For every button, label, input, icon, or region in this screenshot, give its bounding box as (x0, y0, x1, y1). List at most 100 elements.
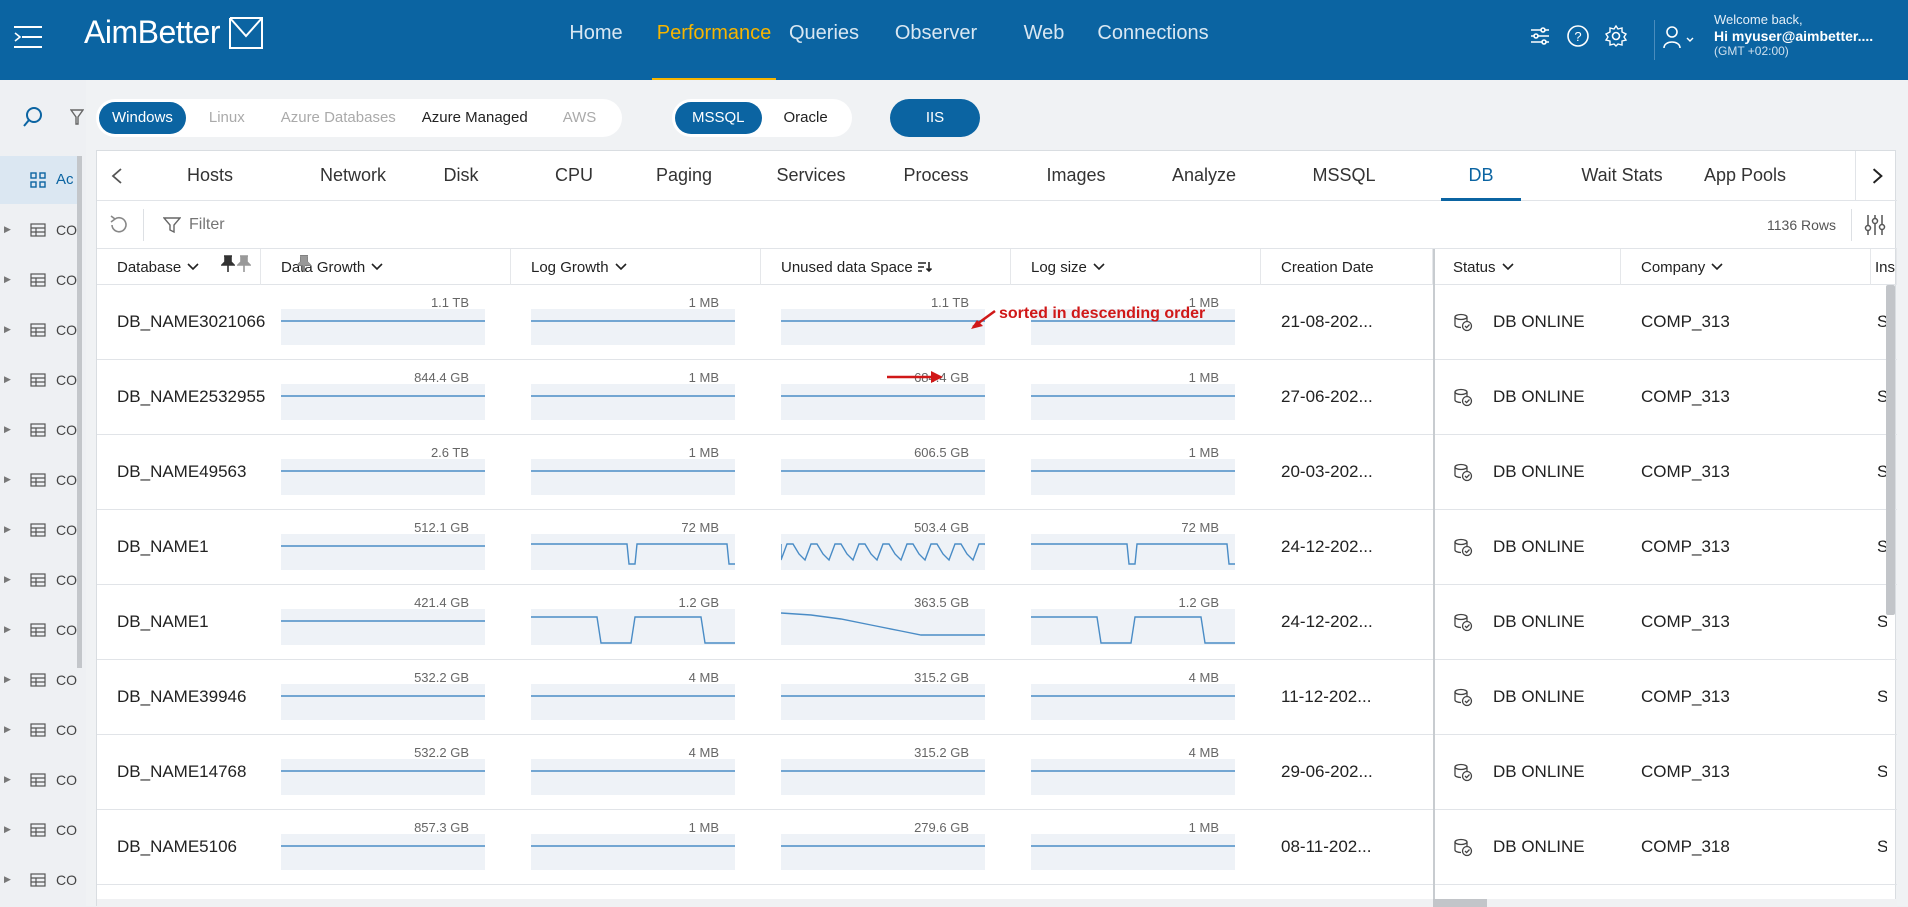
sidebar-item[interactable]: ▶ CO (0, 866, 78, 896)
expand-caret-icon[interactable]: ▶ (4, 574, 11, 585)
column-header[interactable]: Log Growth (511, 249, 761, 285)
column-label[interactable]: Ins (1875, 259, 1895, 276)
user-welcome[interactable]: Welcome back, Hi myuser@aimbetter.... (G… (1714, 12, 1873, 59)
expand-caret-icon[interactable]: ▶ (4, 724, 11, 735)
nav-connections[interactable]: Connections (1088, 0, 1218, 80)
sort-descending-icon[interactable] (917, 260, 933, 274)
expand-caret-icon[interactable]: ▶ (4, 374, 11, 385)
sidebar-item[interactable]: ▶ CO (0, 516, 78, 546)
chevron-down-icon[interactable] (1501, 262, 1514, 272)
filter-icon[interactable] (70, 108, 84, 126)
nav-queries[interactable]: Queries (776, 0, 872, 80)
expand-caret-icon[interactable]: ▶ (4, 474, 11, 485)
web-iis[interactable]: IIS (890, 99, 980, 137)
dbtype-mssql[interactable]: MSSQL (675, 102, 762, 134)
sidebar-item[interactable]: ▶ CO (0, 216, 78, 246)
column-header[interactable]: Creation Date (1261, 249, 1433, 285)
sidebar-item[interactable]: ▶ CO (0, 666, 78, 696)
help-icon[interactable]: ? (1566, 24, 1590, 48)
column-label[interactable]: Status (1453, 259, 1514, 276)
platform-aws[interactable]: AWS (541, 102, 619, 134)
expand-caret-icon[interactable]: ▶ (4, 624, 11, 635)
column-label[interactable]: Log size (1031, 259, 1105, 276)
chevron-down-icon[interactable] (371, 262, 383, 272)
column-header[interactable]: Ins (1871, 249, 1897, 285)
column-label[interactable]: Unused data Space (781, 259, 933, 276)
tab-images[interactable]: Images (1021, 151, 1131, 201)
sliders-icon[interactable] (1528, 24, 1552, 48)
platform-windows[interactable]: Windows (99, 102, 186, 134)
sidebar-item[interactable]: ▶ CO (0, 416, 78, 446)
user-avatar-icon[interactable] (1662, 24, 1696, 50)
sidebar-item-active[interactable]: Ac (0, 156, 78, 204)
column-header[interactable]: Unused data Space (761, 249, 1011, 285)
nav-home[interactable]: Home (540, 0, 652, 80)
pin-icon[interactable] (297, 255, 311, 273)
menu-toggle-icon[interactable] (14, 24, 46, 50)
refresh-icon[interactable] (107, 213, 131, 237)
chevron-down-icon[interactable] (614, 262, 627, 272)
vertical-scrollbar[interactable] (1886, 285, 1895, 615)
expand-caret-icon[interactable]: ▶ (4, 424, 11, 435)
tab-process[interactable]: Process (879, 151, 993, 201)
tab-network[interactable]: Network (298, 151, 408, 201)
sidebar-item[interactable]: ▶ CO (0, 466, 78, 496)
tab-services[interactable]: Services (754, 151, 868, 201)
tab-hosts[interactable]: Hosts (155, 151, 265, 201)
column-label[interactable]: Log Growth (531, 259, 627, 276)
pin-icon[interactable] (237, 255, 251, 273)
sidebar-item[interactable]: ▶ CO (0, 766, 78, 796)
column-settings-icon[interactable] (1863, 213, 1887, 237)
expand-caret-icon[interactable]: ▶ (4, 874, 11, 885)
tab-db[interactable]: DB (1441, 151, 1521, 201)
chevron-down-icon[interactable] (1093, 262, 1105, 272)
table-row[interactable]: DB_NAME3021066 1.1 TB 1 MB 1.1 TB 1 MB 21-08-… (97, 285, 1897, 360)
filter-input[interactable] (189, 211, 589, 239)
platform-azure-managed[interactable]: Azure Managed (409, 102, 541, 134)
column-header[interactable]: Log size (1011, 249, 1261, 285)
column-header[interactable]: Company (1621, 249, 1871, 285)
expand-caret-icon[interactable]: ▶ (4, 824, 11, 835)
dbtype-oracle[interactable]: Oracle (762, 102, 850, 134)
expand-caret-icon[interactable]: ▶ (4, 674, 11, 685)
app-logo[interactable]: AimBetter (84, 14, 220, 51)
tab-mssql[interactable]: MSSQL (1287, 151, 1401, 201)
sidebar-item[interactable]: ▶ CO (0, 816, 78, 846)
tab-app-pools[interactable]: App Pools (1687, 151, 1803, 201)
search-icon[interactable] (22, 106, 44, 128)
gear-icon[interactable] (1604, 24, 1628, 48)
expand-caret-icon[interactable]: ▶ (4, 774, 11, 785)
tab-disk[interactable]: Disk (422, 151, 500, 201)
table-row[interactable]: DB_NAME5106 857.3 GB 1 MB 279.6 GB 1 MB 08-11… (97, 810, 1897, 885)
table-row[interactable]: DB_NAME1 421.4 GB 1.2 GB 363.5 GB 1.2 GB 24-1… (97, 585, 1897, 660)
nav-performance[interactable]: Performance (652, 0, 776, 80)
sidebar-item[interactable]: ▶ CO (0, 266, 78, 296)
platform-azure-databases[interactable]: Azure Databases (268, 102, 409, 134)
chevron-down-icon[interactable] (1711, 262, 1723, 272)
expand-caret-icon[interactable]: ▶ (4, 524, 11, 535)
column-header[interactable]: Status (1433, 249, 1621, 285)
platform-linux[interactable]: Linux (186, 102, 268, 134)
sidebar-item[interactable]: ▶ CO (0, 616, 78, 646)
sidebar-item[interactable]: ▶ CO (0, 316, 78, 346)
sidebar-item[interactable]: ▶ CO (0, 566, 78, 596)
tab-analyze[interactable]: Analyze (1149, 151, 1259, 201)
column-label[interactable]: Creation Date (1281, 259, 1374, 276)
table-row[interactable]: DB_NAME14768 532.2 GB 4 MB 315.2 GB 4 MB 29-0… (97, 735, 1897, 810)
tab-paging[interactable]: Paging (630, 151, 738, 201)
table-row[interactable]: DB_NAME49563 2.6 TB 1 MB 606.5 GB 1 MB 20-03-… (97, 435, 1897, 510)
table-row[interactable]: DB_NAME39946 532.2 GB 4 MB 315.2 GB 4 MB 11-1… (97, 660, 1897, 735)
chevron-down-icon[interactable] (187, 262, 199, 272)
tab-cpu[interactable]: CPU (531, 151, 617, 201)
expand-caret-icon[interactable]: ▶ (4, 324, 11, 335)
chevron-left-icon[interactable] (97, 151, 137, 201)
pin-icon[interactable] (221, 255, 235, 273)
sidebar-item[interactable]: ▶ CO (0, 366, 78, 396)
tab-wait-stats[interactable]: Wait Stats (1544, 151, 1700, 201)
column-label[interactable]: Database (117, 259, 199, 276)
chevron-right-icon[interactable] (1855, 151, 1897, 201)
nav-observer[interactable]: Observer (872, 0, 1000, 80)
table-row[interactable]: DB_NAME1 512.1 GB 72 MB 503.4 GB 72 MB 24-12-… (97, 510, 1897, 585)
nav-web[interactable]: Web (1000, 0, 1088, 80)
expand-caret-icon[interactable]: ▶ (4, 224, 11, 235)
